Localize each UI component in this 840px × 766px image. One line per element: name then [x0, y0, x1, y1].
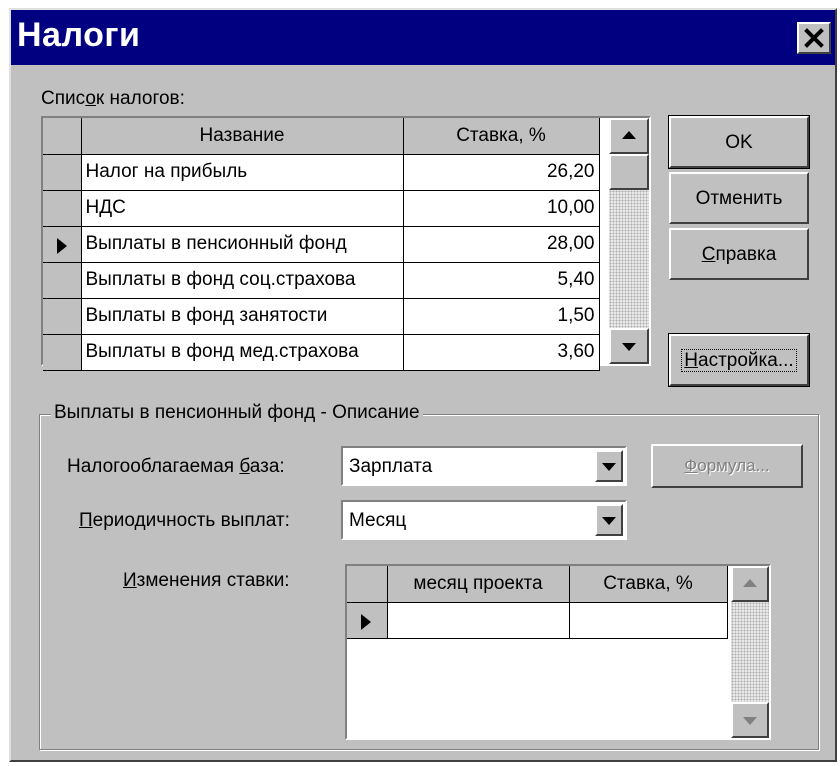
- period-dropdown-button[interactable]: [595, 504, 623, 536]
- window-title: Налоги: [17, 16, 141, 54]
- column-header-rate[interactable]: Ставка, %: [569, 566, 728, 603]
- taxes-list-label: Список налогов:: [41, 88, 185, 109]
- taxes-grid[interactable]: Название Ставка, % Налог на прибыль 26,2…: [41, 116, 651, 371]
- tax-name-cell[interactable]: Выплаты в фонд мед.страхова: [81, 334, 404, 371]
- arrow-down-icon: [622, 343, 636, 351]
- row-indicator[interactable]: [43, 262, 82, 299]
- table-row[interactable]: [347, 602, 728, 639]
- current-row-arrow-icon: [361, 613, 371, 630]
- row-indicator[interactable]: [43, 298, 82, 335]
- row-indicator[interactable]: [43, 334, 82, 371]
- rate-changes-header-row: месяц проекта Ставка, %: [347, 566, 728, 603]
- period-value: Месяц: [349, 510, 407, 531]
- column-header-month[interactable]: месяц проекта: [387, 566, 570, 603]
- rate-changes-scrollbar[interactable]: [731, 566, 769, 738]
- column-header-name[interactable]: Название: [81, 118, 404, 155]
- taxes-scrollbar[interactable]: [609, 118, 649, 364]
- row-indicator[interactable]: [43, 190, 82, 227]
- tax-name-cell[interactable]: Выплаты в пенсионный фонд: [81, 226, 404, 263]
- month-cell[interactable]: [387, 602, 570, 639]
- rate-changes-table: месяц проекта Ставка, %: [347, 566, 728, 639]
- table-row[interactable]: Налог на прибыль 26,20: [43, 154, 600, 191]
- scroll-up-button[interactable]: [731, 566, 769, 602]
- focus-rectangle: Настройка...: [681, 349, 797, 372]
- help-button[interactable]: Справка: [669, 228, 809, 280]
- tax-rate-cell[interactable]: 26,20: [403, 154, 600, 191]
- close-icon: [804, 28, 824, 48]
- ok-button[interactable]: OK: [668, 115, 810, 169]
- row-indicator[interactable]: [347, 602, 388, 639]
- current-row-arrow-icon: [57, 237, 67, 254]
- taxes-dialog: Налоги Список налогов: Название Ставка, …: [9, 8, 837, 762]
- tax-name-cell[interactable]: Выплаты в фонд занятости: [81, 298, 404, 335]
- tax-base-label: Налогооблагаемая база:: [67, 456, 285, 477]
- period-combo[interactable]: Месяц: [341, 500, 627, 540]
- arrow-up-icon: [622, 131, 636, 139]
- tax-name-cell[interactable]: Налог на прибыль: [81, 154, 404, 191]
- scroll-thumb[interactable]: [609, 154, 649, 190]
- chevron-down-icon: [602, 517, 616, 525]
- rate-changes-label: Изменения ставки:: [123, 570, 290, 591]
- table-row[interactable]: Выплаты в фонд соц.страхова 5,40: [43, 262, 600, 299]
- tax-rate-cell[interactable]: 28,00: [403, 226, 600, 263]
- arrow-up-icon: [743, 579, 757, 587]
- rate-changes-grid[interactable]: месяц проекта Ставка, %: [345, 564, 771, 740]
- tax-rate-cell[interactable]: 1,50: [403, 298, 600, 335]
- table-row[interactable]: Выплаты в пенсионный фонд 28,00: [43, 226, 600, 263]
- taxes-header-row: Название Ставка, %: [43, 118, 600, 155]
- formula-button[interactable]: Формула...: [651, 444, 803, 488]
- tax-name-cell[interactable]: НДС: [81, 190, 404, 227]
- scroll-down-button[interactable]: [609, 328, 649, 364]
- description-group-title: Выплаты в пенсионный фонд - Описание: [51, 402, 423, 424]
- setup-button[interactable]: Настройка...: [668, 333, 810, 387]
- table-row[interactable]: Выплаты в фонд занятости 1,50: [43, 298, 600, 335]
- arrow-down-icon: [743, 717, 757, 725]
- tax-base-combo[interactable]: Зарплата: [341, 446, 627, 486]
- scroll-up-button[interactable]: [609, 118, 649, 154]
- row-indicator[interactable]: [43, 154, 82, 191]
- close-button[interactable]: [797, 22, 831, 54]
- header-corner: [43, 118, 82, 155]
- tax-rate-cell[interactable]: 5,40: [403, 262, 600, 299]
- rate-cell[interactable]: [569, 602, 728, 639]
- tax-name-cell[interactable]: Выплаты в фонд соц.страхова: [81, 262, 404, 299]
- tax-base-dropdown-button[interactable]: [595, 450, 623, 482]
- column-header-rate[interactable]: Ставка, %: [403, 118, 600, 155]
- row-indicator[interactable]: [43, 226, 82, 263]
- table-row[interactable]: Выплаты в фонд мед.страхова 3,60: [43, 334, 600, 371]
- scroll-track[interactable]: [731, 602, 769, 702]
- tax-rate-cell[interactable]: 10,00: [403, 190, 600, 227]
- scroll-down-button[interactable]: [731, 702, 769, 738]
- chevron-down-icon: [602, 463, 616, 471]
- header-corner: [347, 566, 388, 603]
- taxes-table: Название Ставка, % Налог на прибыль 26,2…: [43, 118, 600, 371]
- title-bar[interactable]: Налоги: [11, 10, 835, 65]
- table-row[interactable]: НДС 10,00: [43, 190, 600, 227]
- period-label: Периодичность выплат:: [79, 510, 290, 531]
- tax-base-value: Зарплата: [349, 456, 433, 477]
- tax-rate-cell[interactable]: 3,60: [403, 334, 600, 371]
- cancel-button[interactable]: Отменить: [669, 172, 809, 224]
